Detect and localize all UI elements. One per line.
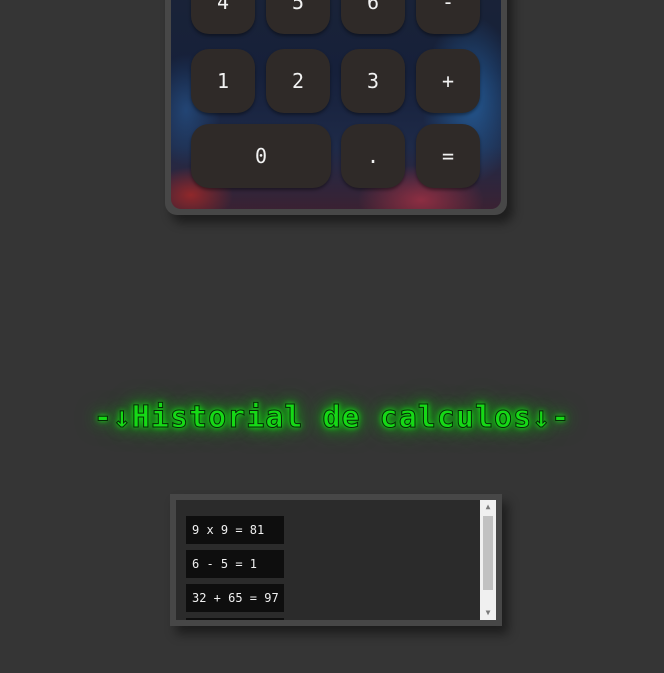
calculator-background-image: 4 5 6 - 1 2 3 + 0 . = <box>171 0 501 209</box>
history-scrollbar[interactable]: ▲ ▼ <box>480 500 496 620</box>
key-4[interactable]: 4 <box>191 0 255 34</box>
history-scroll-area[interactable]: 9 x 9 = 81 6 - 5 = 1 32 + 65 = 97 ▲ ▼ <box>176 500 496 620</box>
scroll-up-arrow-icon[interactable]: ▲ <box>480 500 496 514</box>
scroll-thumb[interactable] <box>483 516 493 590</box>
history-item: 6 - 5 = 1 <box>186 550 284 578</box>
key-6[interactable]: 6 <box>341 0 405 34</box>
history-item: 9 x 9 = 81 <box>186 516 284 544</box>
key-5[interactable]: 5 <box>266 0 330 34</box>
history-title: -↓Historial de calculos↓- <box>93 400 571 436</box>
key-decimal[interactable]: . <box>341 124 405 188</box>
calculator: 4 5 6 - 1 2 3 + 0 . = <box>165 0 507 215</box>
key-equals[interactable]: = <box>416 124 480 188</box>
key-minus[interactable]: - <box>416 0 480 34</box>
key-0[interactable]: 0 <box>191 124 331 188</box>
history-item <box>186 618 284 620</box>
key-2[interactable]: 2 <box>266 49 330 113</box>
scroll-down-arrow-icon[interactable]: ▼ <box>480 606 496 620</box>
key-plus[interactable]: + <box>416 49 480 113</box>
key-1[interactable]: 1 <box>191 49 255 113</box>
history-panel: 9 x 9 = 81 6 - 5 = 1 32 + 65 = 97 ▲ ▼ <box>170 494 502 626</box>
history-list: 9 x 9 = 81 6 - 5 = 1 32 + 65 = 97 <box>186 516 284 620</box>
history-item: 32 + 65 = 97 <box>186 584 284 612</box>
key-3[interactable]: 3 <box>341 49 405 113</box>
